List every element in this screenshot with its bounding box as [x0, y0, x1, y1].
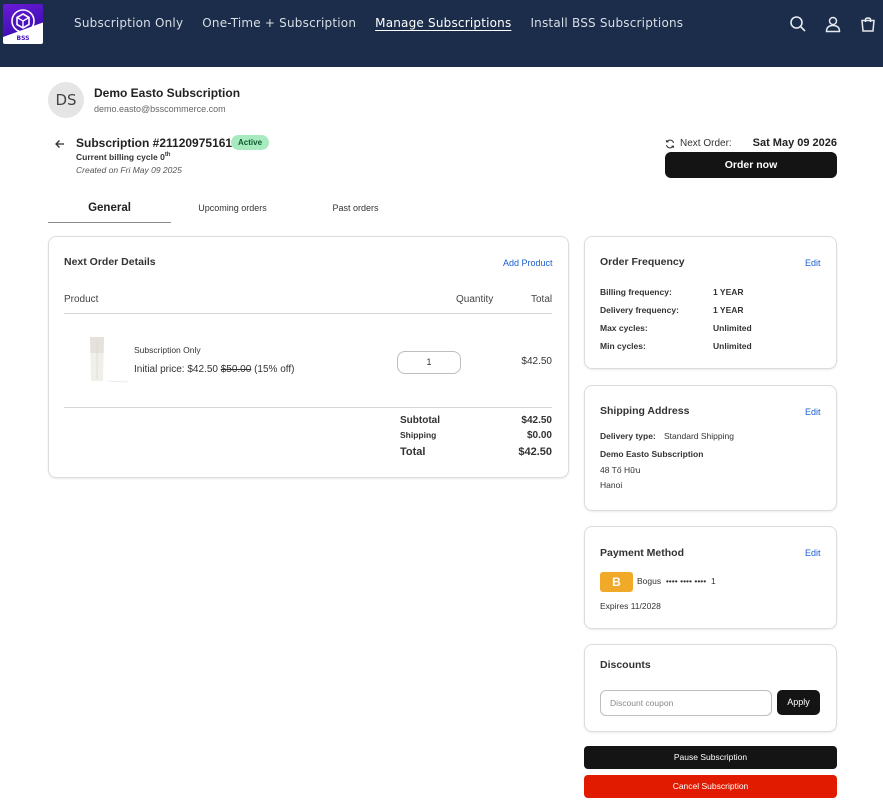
order-frequency-edit-link[interactable]: Edit: [805, 258, 821, 268]
next-order-date: Sat May 09 2026: [752, 137, 837, 149]
nav-subscription-only[interactable]: Subscription Only: [74, 16, 183, 30]
min-cycles-label: Min cycles:: [600, 341, 646, 351]
delivery-frequency-label: Delivery frequency:: [600, 305, 679, 315]
original-price: $50.00: [220, 364, 252, 375]
subscription-title: Subscription #21120975161: [76, 136, 233, 150]
billing-frequency-label: Billing frequency:: [600, 287, 672, 297]
next-order-details-title: Next Order Details: [64, 256, 156, 268]
nav-manage-subscriptions[interactable]: Manage Subscriptions: [375, 16, 511, 30]
quantity-column-header: Quantity: [456, 294, 494, 305]
shipping-address-line: 48 Tố Hữu: [600, 465, 641, 475]
billing-cycle-suffix: th: [164, 152, 171, 159]
initial-price: Initial price: $42.50: [134, 364, 221, 375]
product-image: [80, 335, 128, 383]
product-column-header: Product: [64, 294, 99, 305]
nav-one-time-subscription[interactable]: One-Time + Subscription: [202, 16, 356, 30]
created-date: Created on Fri May 09 2025: [76, 165, 182, 175]
shipping-address-card: [584, 385, 837, 511]
tab-past-orders[interactable]: Past orders: [294, 196, 417, 223]
total-row: Total $42.50: [400, 446, 552, 460]
min-cycles-value: Unlimited: [713, 341, 752, 351]
shipping-edit-link[interactable]: Edit: [805, 407, 821, 417]
discounts-card: [584, 644, 837, 732]
subtotal-label: Subtotal: [400, 415, 440, 426]
cart-icon[interactable]: [859, 15, 877, 33]
subscription-tabs: General Upcoming orders Past orders: [48, 196, 568, 223]
items-divider: [64, 407, 552, 408]
order-frequency-title: Order Frequency: [600, 256, 685, 268]
back-arrow-icon[interactable]: [54, 138, 66, 150]
order-now-button[interactable]: Order now: [665, 152, 837, 178]
shipping-value: $0.00: [526, 430, 552, 441]
product-name: Subscription Only: [134, 345, 201, 355]
logo-cube-icon: [11, 9, 35, 33]
status-badge: Active: [231, 135, 270, 150]
next-order-label: Next Order:: [680, 138, 732, 149]
total-value: $42.50: [518, 446, 552, 458]
table-header-divider: [64, 313, 552, 314]
refresh-icon: [665, 139, 675, 149]
add-product-link[interactable]: Add Product: [503, 258, 553, 268]
search-icon[interactable]: [789, 15, 807, 33]
delivery-type-value: Standard Shipping: [664, 431, 734, 441]
subtotal-value: $42.50: [521, 415, 552, 426]
nav-install-bss-subscriptions[interactable]: Install BSS Subscriptions: [530, 16, 683, 30]
logo-text: BSS: [16, 35, 30, 42]
apply-coupon-button[interactable]: Apply: [777, 690, 820, 715]
customer-avatar: DS: [48, 82, 84, 118]
total-column-header: Total: [531, 294, 553, 305]
line-item-total: $42.50: [521, 356, 552, 367]
discount-percentage: (15% off): [251, 364, 295, 375]
account-icon[interactable]: [824, 15, 842, 33]
shipping-address-title: Shipping Address: [600, 405, 690, 417]
tab-general[interactable]: General: [48, 196, 171, 223]
discount-coupon-input[interactable]: [600, 690, 772, 716]
customer-email: demo.easto@bsscommerce.com: [94, 104, 226, 114]
cancel-subscription-button[interactable]: Cancel Subscription: [584, 775, 837, 798]
top-navigation-bar: BSS Subscription Only One-Time + Subscri…: [0, 0, 883, 67]
billing-cycle: Current billing cycle 0th: [76, 152, 170, 162]
max-cycles-value: Unlimited: [713, 323, 752, 333]
product-price: Initial price: $42.50 $50.00 (15% off): [134, 364, 294, 375]
shipping-city: Hanoi: [600, 480, 623, 490]
delivery-type-label: Delivery type:: [600, 431, 656, 441]
header-actions: [789, 15, 883, 33]
shipping-name: Demo Easto Subscription: [600, 449, 704, 459]
main-nav: Subscription Only One-Time + Subscriptio…: [74, 16, 702, 30]
max-cycles-label: Max cycles:: [600, 323, 648, 333]
shipping-label: Shipping: [400, 430, 437, 440]
shipping-row: Shipping $0.00: [400, 430, 552, 442]
bss-logo[interactable]: BSS: [3, 4, 43, 44]
card-brand-icon: B: [600, 572, 633, 592]
customer-name: Demo Easto Subscription: [94, 86, 241, 100]
pause-subscription-button[interactable]: Pause Subscription: [584, 746, 837, 769]
subtotal-row: Subtotal $42.50: [400, 415, 552, 427]
payment-edit-link[interactable]: Edit: [805, 548, 821, 558]
card-number: Bogus •••• •••• •••• 1: [637, 576, 716, 586]
billing-cycle-label: Current billing cycle 0: [76, 152, 165, 162]
payment-method-title: Payment Method: [600, 547, 685, 559]
quantity-input[interactable]: 1: [397, 351, 461, 374]
tab-upcoming-orders[interactable]: Upcoming orders: [171, 196, 294, 223]
total-label: Total: [400, 446, 426, 458]
card-expiry: Expires 11/2028: [600, 601, 661, 611]
delivery-frequency-value: 1 YEAR: [713, 305, 744, 315]
billing-frequency-value: 1 YEAR: [713, 287, 744, 297]
discounts-title: Discounts: [600, 659, 651, 671]
